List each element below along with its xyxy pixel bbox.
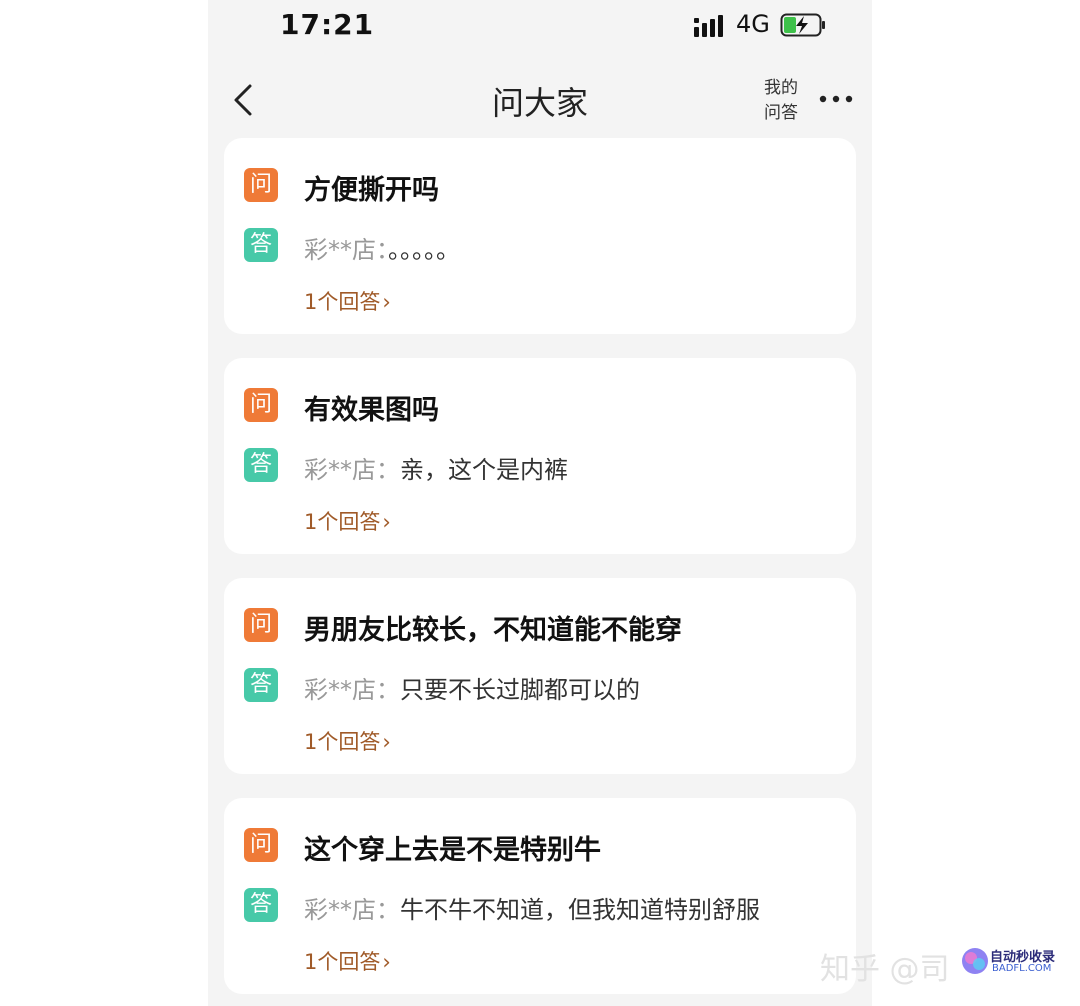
question-badge: 问: [244, 828, 278, 862]
answerer-name: 彩**店：: [304, 896, 400, 924]
answer-count-link[interactable]: 1个回答›: [304, 946, 391, 976]
answer-text: 亲，这个是内裤: [400, 456, 568, 484]
answerer-name: 彩**店：: [304, 676, 400, 704]
qa-card[interactable]: 问 这个穿上去是不是特别牛 答 彩**店：牛不牛不知道，但我知道特别舒服 1个回…: [224, 798, 856, 994]
nav-bar: 问大家 我的 问答: [208, 60, 872, 136]
network-label: 4G: [736, 10, 770, 38]
chevron-right-icon: ›: [382, 290, 391, 314]
answer-badge: 答: [244, 888, 278, 922]
answer-badge: 答: [244, 228, 278, 262]
question-badge: 问: [244, 388, 278, 422]
answerer-name: 彩**店：: [304, 236, 388, 264]
my-qa-label-line1: 我的: [764, 78, 798, 98]
question-text: 男朋友比较长，不知道能不能穿: [304, 615, 682, 646]
watermark: 知乎 @司 自动秒收录 BADFL.COM: [820, 944, 1070, 987]
answer-text: 牛不牛不知道，但我知道特别舒服: [400, 896, 760, 924]
answer-count-label: 1个回答: [304, 950, 381, 974]
status-bar: 17:21 4G: [208, 0, 872, 52]
question-text: 有效果图吗: [304, 395, 439, 426]
watermark-text: 知乎 @司: [820, 952, 950, 987]
answer-line: 彩**店：亲，这个是内裤: [304, 450, 568, 485]
watermark-logo-icon: [962, 948, 988, 974]
my-qa-label-line2: 问答: [764, 103, 798, 123]
chevron-right-icon: ›: [382, 950, 391, 974]
question-text: 方便撕开吗: [304, 175, 439, 206]
chevron-right-icon: ›: [382, 730, 391, 754]
answer-badge: 答: [244, 448, 278, 482]
answer-text: 只要不长过脚都可以的: [400, 676, 640, 704]
question-text: 这个穿上去是不是特别牛: [304, 835, 601, 866]
answer-count-link[interactable]: 1个回答›: [304, 726, 391, 756]
answer-line: 彩**店：牛不牛不知道，但我知道特别舒服: [304, 890, 760, 925]
my-qa-link[interactable]: 我的 问答: [764, 76, 804, 126]
qa-card[interactable]: 问 男朋友比较长，不知道能不能穿 答 彩**店：只要不长过脚都可以的 1个回答›: [224, 578, 856, 774]
question-badge: 问: [244, 168, 278, 202]
answer-line: 彩**店：只要不长过脚都可以的: [304, 670, 640, 705]
answer-text: 。。。。。: [388, 236, 460, 264]
battery-charging-icon: [780, 13, 825, 37]
answer-badge: 答: [244, 668, 278, 702]
status-time: 17:21: [280, 8, 375, 41]
answer-line: 彩**店：。。。。。: [304, 230, 460, 265]
answer-count-label: 1个回答: [304, 290, 381, 314]
answerer-name: 彩**店：: [304, 456, 400, 484]
watermark-domain: BADFL.COM: [992, 963, 1052, 974]
more-icon[interactable]: [818, 94, 854, 104]
answer-count-label: 1个回答: [304, 730, 381, 754]
qa-card[interactable]: 问 有效果图吗 答 彩**店：亲，这个是内裤 1个回答›: [224, 358, 856, 554]
phone-screen: 17:21 4G 问大家 我的 问答 问 方便撕开吗 答 彩**店：。。。。。 …: [208, 0, 872, 1006]
qa-card[interactable]: 问 方便撕开吗 答 彩**店：。。。。。 1个回答›: [224, 138, 856, 334]
chevron-right-icon: ›: [382, 510, 391, 534]
signal-icon: [694, 15, 723, 37]
answer-count-label: 1个回答: [304, 510, 381, 534]
question-badge: 问: [244, 608, 278, 642]
answer-count-link[interactable]: 1个回答›: [304, 506, 391, 536]
answer-count-link[interactable]: 1个回答›: [304, 286, 391, 316]
qa-list: 问 方便撕开吗 答 彩**店：。。。。。 1个回答› 问 有效果图吗 答 彩**…: [224, 138, 856, 1006]
